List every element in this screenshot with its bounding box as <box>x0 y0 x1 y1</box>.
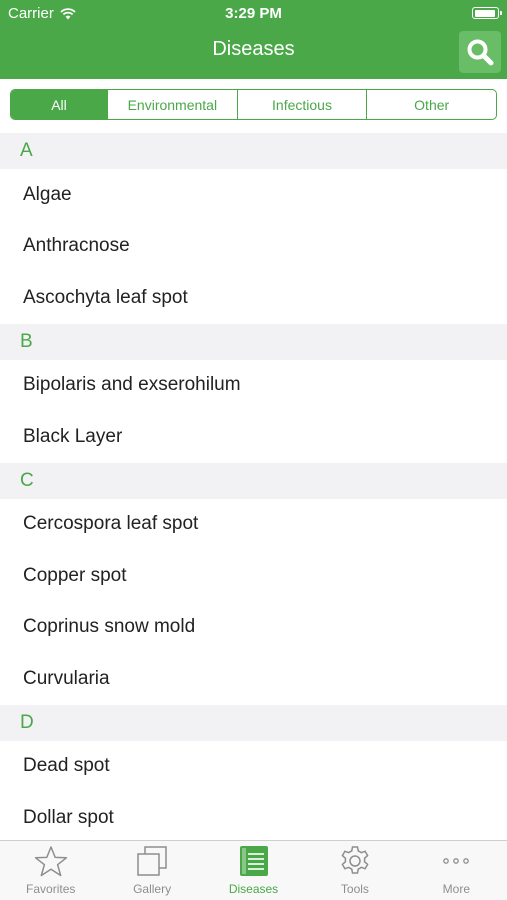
search-icon <box>467 39 494 66</box>
star-icon <box>34 846 67 877</box>
list-item[interactable]: Dollar spot <box>0 792 507 844</box>
list-item[interactable]: Dead spot <box>0 740 507 792</box>
section-header-d: D <box>0 704 507 741</box>
section-header-b: B <box>0 323 507 360</box>
section-header-a: A <box>0 133 507 169</box>
list-item[interactable]: Coprinus snow mold <box>0 601 507 653</box>
status-time: 3:29 PM <box>225 5 282 22</box>
filter-all[interactable]: All <box>11 90 108 119</box>
list-item[interactable]: Bipolaris and exserohilum <box>0 359 507 411</box>
search-button[interactable] <box>459 31 501 73</box>
list-item[interactable]: Ascochyta leaf spot <box>0 272 507 324</box>
status-bar: Carrier 3:29 PM <box>0 0 507 26</box>
tab-favorites[interactable]: Favorites <box>0 841 101 900</box>
list-item[interactable]: Copper spot <box>0 550 507 602</box>
filter-other[interactable]: Other <box>367 90 496 119</box>
list-item[interactable]: Cercospora leaf spot <box>0 498 507 550</box>
disease-list: A Algae Anthracnose Ascochyta leaf spot … <box>0 133 507 844</box>
gallery-icon <box>137 846 167 876</box>
tab-label: Gallery <box>133 882 172 896</box>
tab-more[interactable]: More <box>406 841 507 900</box>
filter-infectious[interactable]: Infectious <box>238 90 368 119</box>
list-item[interactable]: Black Layer <box>0 411 507 463</box>
tab-label: Diseases <box>228 882 279 896</box>
list-item[interactable]: Curvularia <box>0 653 507 705</box>
nav-bar: Diseases <box>0 26 507 79</box>
tab-label: Favorites <box>26 882 76 896</box>
battery-icon <box>472 7 502 19</box>
tab-label: More <box>442 882 470 896</box>
tab-tools[interactable]: Tools <box>304 841 405 900</box>
list-icon <box>239 846 268 876</box>
section-header-c: C <box>0 462 507 499</box>
list-item[interactable]: Algae <box>0 169 507 221</box>
tab-label: Tools <box>340 882 369 896</box>
tab-bar: Favorites Gallery Diseases Tools More <box>0 840 507 900</box>
tab-gallery[interactable]: Gallery <box>101 841 202 900</box>
list-item[interactable]: Anthracnose <box>0 220 507 272</box>
page-title: Diseases <box>212 38 295 60</box>
filter-segmented-control: All Environmental Infectious Other <box>10 89 497 120</box>
gear-icon <box>341 846 369 874</box>
tab-diseases[interactable]: Diseases <box>203 841 304 900</box>
more-icon <box>443 858 470 864</box>
filter-environmental[interactable]: Environmental <box>108 90 238 119</box>
